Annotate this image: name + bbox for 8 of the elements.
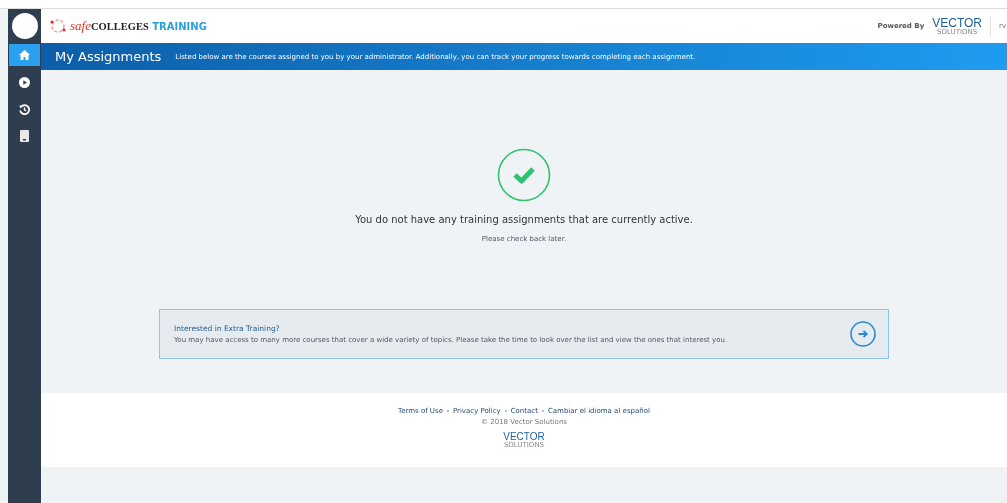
home-icon [19, 50, 30, 60]
page-title: My Assignments [55, 49, 162, 64]
check-circle-icon [497, 148, 551, 202]
history-icon [19, 103, 30, 115]
brand-logo: safeCOLLEGES TRAINING [70, 18, 207, 34]
arrow-right-circle-icon[interactable] [850, 321, 876, 347]
empty-message: You do not have any training assignments that are currently active. [355, 214, 693, 225]
play-circle-icon [19, 76, 30, 88]
